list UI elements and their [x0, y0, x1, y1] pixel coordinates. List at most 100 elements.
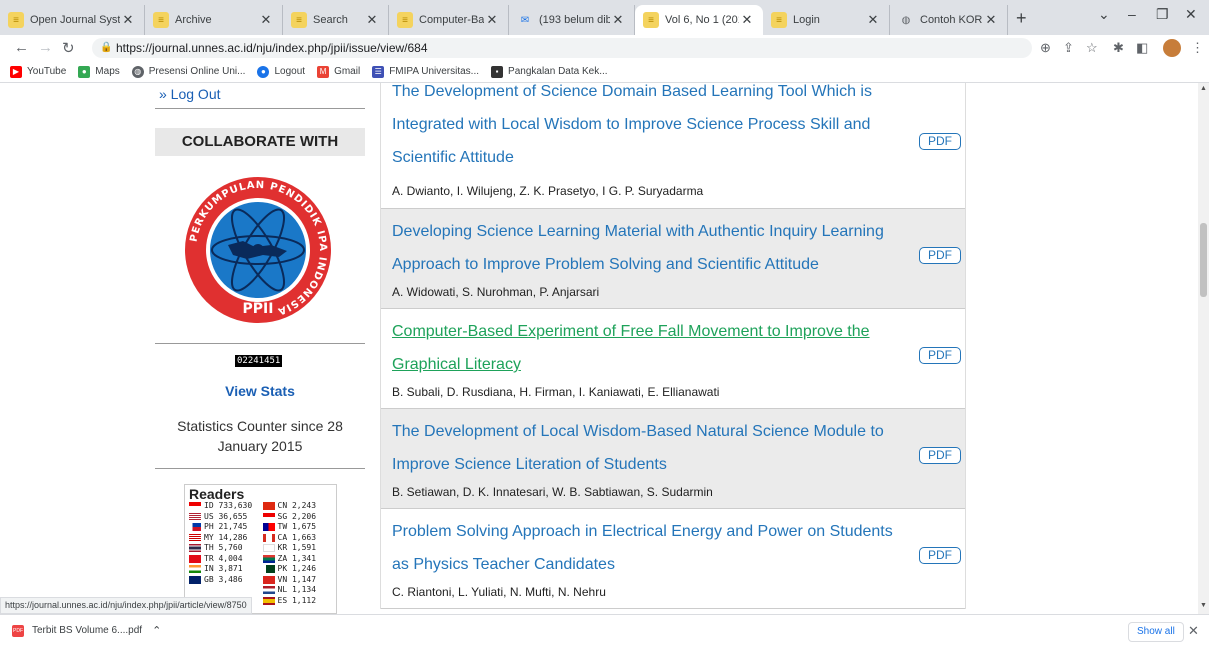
logout-link[interactable]: » Log Out [159, 86, 221, 102]
close-downloads-icon[interactable]: ✕ [1188, 623, 1199, 639]
close-icon[interactable]: ✕ [610, 12, 626, 28]
flag-my-icon [189, 533, 201, 542]
pdf-button[interactable]: PDF [919, 547, 961, 564]
close-icon[interactable]: ✕ [484, 12, 500, 28]
tab-computer-based[interactable]: ≡ Computer-Based E ✕ [389, 5, 509, 35]
tab-vol6-active[interactable]: ≡ Vol 6, No 1 (2017) ✕ [635, 5, 763, 35]
article-title-link[interactable]: Problem Solving Approach in Electrical E… [392, 515, 912, 581]
tab-title: Search [313, 14, 348, 26]
article-row: Computer-Based Experiment of Free Fall M… [381, 309, 965, 409]
tab-search[interactable]: ≡ Search ✕ [283, 5, 389, 35]
reader-country: PH 21,745 [189, 522, 259, 533]
flag-ca-icon [262, 533, 275, 542]
stats-since-text: Statistics Counter since 28 January 2015 [177, 418, 343, 454]
readers-widget[interactable]: Readers ID 733,630 CN 2,243 US 36,655 SG… [184, 484, 337, 614]
collaborate-heading: COLLABORATE WITH [155, 128, 365, 156]
close-icon[interactable]: ✕ [739, 12, 755, 28]
reader-count: PH 21,745 [204, 522, 248, 531]
tab-open-journal[interactable]: ≡ Open Journal Syste ✕ [0, 5, 145, 35]
page-scrollbar[interactable]: ▲ ▼ [1198, 83, 1209, 614]
reader-country: PK 1,246 [262, 564, 333, 575]
side-panel-icon[interactable]: ◧ [1136, 40, 1148, 56]
ppii-logo[interactable]: PERKUMPULAN PENDIDIK IPA INDONESIA PPII [183, 175, 333, 325]
tab-gmail[interactable]: ✉ (193 belum dibaca ✕ [509, 5, 635, 35]
reader-country: NL 1,134 [262, 585, 333, 596]
reader-country: TR 4,004 [189, 554, 259, 565]
bookmark-label: Gmail [334, 66, 361, 77]
chevron-up-icon[interactable]: ⌃ [152, 624, 161, 637]
ojs-favicon: ≡ [153, 12, 169, 28]
close-icon[interactable]: ✕ [865, 12, 881, 28]
lock-icon: 🔒 [100, 42, 113, 53]
profile-avatar[interactable] [1163, 39, 1181, 57]
tab-login[interactable]: ≡ Login ✕ [763, 5, 890, 35]
pdf-button[interactable]: PDF [919, 247, 961, 264]
restore-icon[interactable]: ❐ [1156, 6, 1169, 23]
bookmark-fmipa[interactable]: ☰ FMIPA Universitas... [372, 65, 479, 78]
reader-country: MY 14,286 [189, 533, 259, 544]
close-icon[interactable]: ✕ [120, 12, 136, 28]
pdf-button[interactable]: PDF [919, 133, 961, 150]
reader-country: TW 1,675 [262, 522, 333, 533]
extensions-icon[interactable]: ✱ [1113, 40, 1124, 56]
pdf-button[interactable]: PDF [919, 347, 961, 364]
tab-contoh[interactable]: ◍ Contoh KORESPON ✕ [890, 5, 1008, 35]
article-title-link[interactable]: Developing Science Learning Material wit… [392, 215, 912, 281]
bookmark-star-icon[interactable]: ☆ [1086, 40, 1098, 56]
reader-count: US 36,655 [204, 511, 248, 521]
close-icon[interactable]: ✕ [258, 12, 274, 28]
window-close-icon[interactable]: ✕ [1185, 6, 1197, 23]
scrollbar-thumb[interactable] [1200, 223, 1207, 297]
flag-tr-icon [189, 554, 201, 563]
bookmark-youtube[interactable]: ▶ YouTube [10, 65, 66, 78]
back-icon[interactable]: ← [14, 39, 29, 56]
bookmarks-bar: ▶ YouTube ● Maps ◍ Presensi Online Uni..… [0, 61, 1209, 83]
bookmark-presensi[interactable]: ◍ Presensi Online Uni... [131, 65, 245, 78]
close-icon[interactable]: ✕ [983, 12, 999, 28]
readers-title: Readers [189, 486, 245, 502]
bookmark-logout[interactable]: ● Logout [257, 65, 305, 78]
article-authors: A. Dwianto, I. Wilujeng, Z. K. Prasetyo,… [392, 184, 704, 198]
downloads-bar: PDF Terbit BS Volume 6....pdf ⌃ Show all… [0, 614, 1209, 646]
reader-count: IN 3,871 [204, 564, 243, 573]
article-title-link[interactable]: Computer-Based Experiment of Free Fall M… [392, 315, 912, 381]
menu-kebab-icon[interactable]: ⋮ [1191, 40, 1204, 56]
forward-icon[interactable]: → [38, 39, 53, 56]
article-authors: A. Widowati, S. Nurohman, P. Anjarsari [392, 285, 600, 299]
reader-country: GB 3,486 [189, 575, 259, 586]
page-viewport: » Log Out COLLABORATE WITH PERKUMPULAN P… [0, 83, 1198, 614]
show-all-button[interactable]: Show all [1128, 622, 1184, 642]
share-icon[interactable]: ⇪ [1063, 40, 1074, 56]
download-item[interactable]: PDF Terbit BS Volume 6....pdf ⌃ [12, 624, 161, 637]
reader-count: CN 2,243 [277, 501, 317, 510]
view-stats-link[interactable]: View Stats [155, 383, 365, 399]
ojs-favicon: ≡ [291, 12, 307, 28]
minimize-icon[interactable]: – [1128, 6, 1136, 22]
scroll-up-icon[interactable]: ▲ [1200, 85, 1207, 92]
bookmark-pangkalan[interactable]: ▪ Pangkalan Data Kek... [491, 65, 608, 78]
bookmark-gmail[interactable]: M Gmail [317, 65, 361, 78]
scroll-down-icon[interactable]: ▼ [1200, 602, 1207, 609]
article-title-link[interactable]: The Development of Science Domain Based … [392, 83, 912, 174]
url-field[interactable]: 🔒 https://journal.unnes.ac.id/nju/index.… [92, 38, 1032, 58]
pdf-button[interactable]: PDF [919, 447, 961, 464]
tab-search-dropdown-icon[interactable]: ⌄ [1098, 6, 1110, 23]
divider [155, 108, 365, 109]
reader-country: TH 5,760 [189, 543, 259, 554]
maps-pin-icon: ● [78, 65, 91, 78]
new-tab-button[interactable]: + [1016, 8, 1027, 29]
article-row: Problem Solving Approach in Electrical E… [381, 509, 965, 609]
zoom-icon[interactable]: ⊕ [1040, 40, 1051, 56]
reload-icon[interactable]: ↻ [62, 39, 75, 57]
ojs-favicon: ≡ [771, 12, 787, 28]
fmipa-icon: ☰ [372, 65, 385, 78]
logout-site-icon: ● [257, 65, 270, 78]
close-icon[interactable]: ✕ [364, 12, 380, 28]
article-title-link[interactable]: The Development of Local Wisdom-Based Na… [392, 415, 912, 481]
bookmark-maps[interactable]: ● Maps [78, 65, 120, 78]
mail-icon: ✉ [520, 14, 530, 26]
tab-archive[interactable]: ≡ Archive ✕ [145, 5, 283, 35]
reader-country: US 36,655 [189, 512, 259, 523]
reader-count: SG 2,206 [277, 511, 317, 521]
flag-kr-icon [262, 544, 275, 553]
